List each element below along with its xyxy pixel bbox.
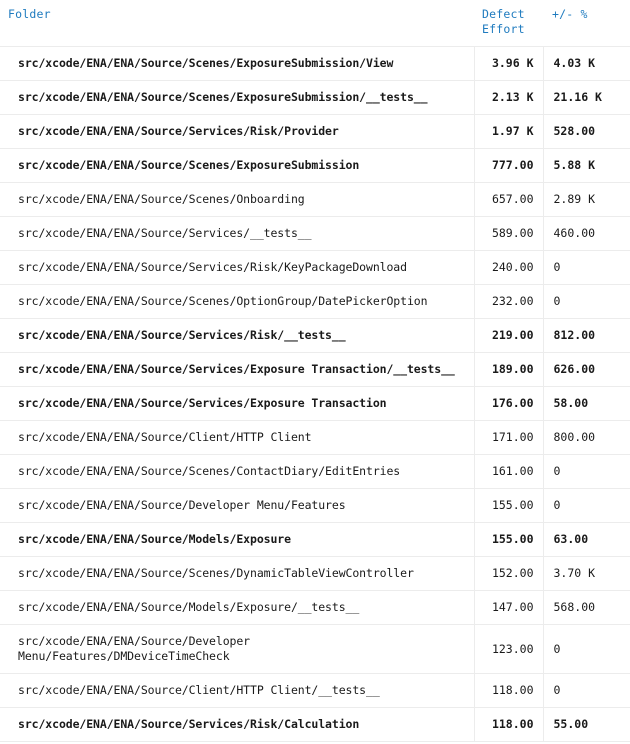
cell-folder-path[interactable]: src/xcode/ENA/ENA/Source/Services/Exposu…	[0, 352, 474, 387]
table-row[interactable]: src/xcode/ENA/ENA/Source/Models/Exposure…	[0, 590, 630, 625]
cell-delta-pct: 0	[542, 284, 630, 319]
cell-defect-effort: 589.00	[473, 216, 543, 251]
cell-folder-path[interactable]: src/xcode/ENA/ENA/Source/Services/Risk/P…	[0, 114, 474, 149]
cell-folder-path[interactable]: src/xcode/ENA/ENA/Source/Services/Risk/K…	[0, 250, 474, 285]
cell-folder-path[interactable]: src/xcode/ENA/ENA/Source/Services/Risk/C…	[0, 707, 474, 742]
cell-delta-pct: 55.00	[542, 707, 630, 742]
cell-defect-effort: 155.00	[473, 488, 543, 523]
table-row[interactable]: src/xcode/ENA/ENA/Source/Scenes/ContactD…	[0, 454, 630, 489]
cell-defect-effort: 155.00	[473, 522, 543, 557]
table-row[interactable]: src/xcode/ENA/ENA/Source/Scenes/Exposure…	[0, 148, 630, 183]
cell-delta-pct: 528.00	[542, 114, 630, 149]
cell-defect-effort: 189.00	[473, 352, 543, 387]
column-header-delta-pct[interactable]: +/- %	[543, 0, 630, 47]
cell-folder-path[interactable]: src/xcode/ENA/ENA/Source/Services/Risk/_…	[0, 318, 474, 353]
cell-folder-path[interactable]: src/xcode/ENA/ENA/Source/Services/Exposu…	[0, 386, 474, 421]
table-row[interactable]: src/xcode/ENA/ENA/Source/Developer Menu/…	[0, 488, 630, 523]
table-header: Folder Defect Effort +/- %	[0, 0, 630, 47]
cell-delta-pct: 5.88 K	[542, 148, 630, 183]
cell-defect-effort: 152.00	[473, 556, 543, 591]
cell-folder-path[interactable]: src/xcode/ENA/ENA/Source/Scenes/Exposure…	[0, 80, 474, 115]
cell-folder-path[interactable]: src/xcode/ENA/ENA/Source/Scenes/OptionGr…	[0, 284, 474, 319]
cell-delta-pct: 0	[542, 454, 630, 489]
cell-defect-effort: 118.00	[473, 673, 543, 708]
cell-delta-pct: 2.89 K	[542, 182, 630, 217]
cell-delta-pct: 460.00	[542, 216, 630, 251]
cell-defect-effort: 161.00	[473, 454, 543, 489]
column-header-defect-line2: Effort	[482, 22, 525, 36]
cell-folder-path[interactable]: src/xcode/ENA/ENA/Source/Services/__test…	[0, 216, 474, 251]
column-header-defect-line1: Defect	[482, 7, 525, 21]
table-body: src/xcode/ENA/ENA/Source/Scenes/Exposure…	[0, 46, 630, 742]
table-row[interactable]: src/xcode/ENA/ENA/Source/Scenes/DynamicT…	[0, 556, 630, 591]
cell-delta-pct: 0	[542, 673, 630, 708]
table-row[interactable]: src/xcode/ENA/ENA/Source/Client/HTTP Cli…	[0, 420, 630, 455]
cell-defect-effort: 240.00	[473, 250, 543, 285]
column-header-folder[interactable]: Folder	[0, 0, 474, 47]
cell-defect-effort: 171.00	[473, 420, 543, 455]
table-row[interactable]: src/xcode/ENA/ENA/Source/Scenes/OptionGr…	[0, 284, 630, 319]
cell-delta-pct: 0	[542, 250, 630, 285]
table-row[interactable]: src/xcode/ENA/ENA/Source/Services/Risk/C…	[0, 707, 630, 742]
cell-folder-path[interactable]: src/xcode/ENA/ENA/Source/Scenes/ContactD…	[0, 454, 474, 489]
table-row[interactable]: src/xcode/ENA/ENA/Source/Developer Menu/…	[0, 624, 630, 674]
cell-defect-effort: 118.00	[473, 707, 543, 742]
cell-defect-effort: 123.00	[473, 624, 543, 674]
cell-folder-path[interactable]: src/xcode/ENA/ENA/Source/Scenes/Exposure…	[0, 46, 474, 81]
cell-delta-pct: 568.00	[542, 590, 630, 625]
table-row[interactable]: src/xcode/ENA/ENA/Source/Services/Risk/_…	[0, 318, 630, 353]
cell-delta-pct: 58.00	[542, 386, 630, 421]
cell-folder-path[interactable]: src/xcode/ENA/ENA/Source/Scenes/Onboardi…	[0, 182, 474, 217]
cell-defect-effort: 657.00	[473, 182, 543, 217]
folder-metrics-panel: Folder Defect Effort +/- % src/xcode/ENA/…	[0, 0, 630, 742]
table-row[interactable]: src/xcode/ENA/ENA/Source/Scenes/Onboardi…	[0, 182, 630, 217]
cell-defect-effort: 777.00	[473, 148, 543, 183]
cell-delta-pct: 21.16 K	[542, 80, 630, 115]
cell-defect-effort: 176.00	[473, 386, 543, 421]
header-row: Folder Defect Effort +/- %	[0, 0, 630, 47]
cell-defect-effort: 232.00	[473, 284, 543, 319]
cell-folder-path[interactable]: src/xcode/ENA/ENA/Source/Developer Menu/…	[0, 624, 474, 674]
cell-delta-pct: 3.70 K	[542, 556, 630, 591]
cell-folder-path[interactable]: src/xcode/ENA/ENA/Source/Developer Menu/…	[0, 488, 474, 523]
cell-delta-pct: 63.00	[542, 522, 630, 557]
table-row[interactable]: src/xcode/ENA/ENA/Source/Scenes/Exposure…	[0, 80, 630, 115]
cell-folder-path[interactable]: src/xcode/ENA/ENA/Source/Client/HTTP Cli…	[0, 673, 474, 708]
table-row[interactable]: src/xcode/ENA/ENA/Source/Services/Exposu…	[0, 352, 630, 387]
cell-delta-pct: 812.00	[542, 318, 630, 353]
cell-defect-effort: 2.13 K	[473, 80, 543, 115]
cell-delta-pct: 800.00	[542, 420, 630, 455]
table-row[interactable]: src/xcode/ENA/ENA/Source/Scenes/Exposure…	[0, 46, 630, 81]
cell-delta-pct: 0	[542, 488, 630, 523]
cell-folder-path[interactable]: src/xcode/ENA/ENA/Source/Scenes/DynamicT…	[0, 556, 474, 591]
cell-folder-path[interactable]: src/xcode/ENA/ENA/Source/Models/Exposure	[0, 522, 474, 557]
table-row[interactable]: src/xcode/ENA/ENA/Source/Client/HTTP Cli…	[0, 673, 630, 708]
cell-defect-effort: 147.00	[473, 590, 543, 625]
cell-defect-effort: 219.00	[473, 318, 543, 353]
table-row[interactable]: src/xcode/ENA/ENA/Source/Services/__test…	[0, 216, 630, 251]
table-row[interactable]: src/xcode/ENA/ENA/Source/Services/Exposu…	[0, 386, 630, 421]
cell-delta-pct: 4.03 K	[542, 46, 630, 81]
table-row[interactable]: src/xcode/ENA/ENA/Source/Models/Exposure…	[0, 522, 630, 557]
cell-delta-pct: 626.00	[542, 352, 630, 387]
cell-folder-path[interactable]: src/xcode/ENA/ENA/Source/Models/Exposure…	[0, 590, 474, 625]
table-row[interactable]: src/xcode/ENA/ENA/Source/Services/Risk/P…	[0, 114, 630, 149]
cell-defect-effort: 3.96 K	[473, 46, 543, 81]
cell-folder-path[interactable]: src/xcode/ENA/ENA/Source/Scenes/Exposure…	[0, 148, 474, 183]
cell-delta-pct: 0	[542, 624, 630, 674]
cell-defect-effort: 1.97 K	[473, 114, 543, 149]
table-row[interactable]: src/xcode/ENA/ENA/Source/Services/Risk/K…	[0, 250, 630, 285]
cell-folder-path[interactable]: src/xcode/ENA/ENA/Source/Client/HTTP Cli…	[0, 420, 474, 455]
folder-metrics-table: Folder Defect Effort +/- % src/xcode/ENA/…	[0, 0, 630, 742]
column-header-defect-effort[interactable]: Defect Effort	[474, 0, 543, 47]
